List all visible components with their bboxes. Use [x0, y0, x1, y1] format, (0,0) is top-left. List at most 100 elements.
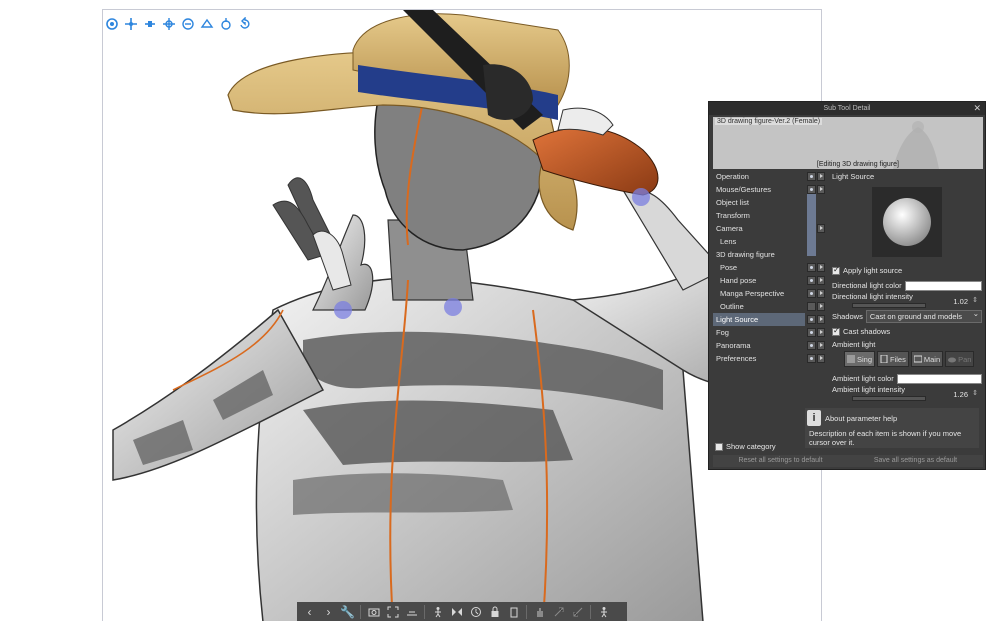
- category-operation[interactable]: Operation: [713, 170, 805, 183]
- apply-light-source-label: Apply light source: [843, 266, 903, 275]
- object-rotate-x-icon[interactable]: [180, 16, 196, 32]
- category-lens[interactable]: Lens: [713, 235, 805, 248]
- prev-icon[interactable]: ‹: [301, 603, 318, 620]
- collapse-icon[interactable]: [569, 603, 586, 620]
- eye-icon[interactable]: [807, 354, 816, 363]
- slider-track[interactable]: [852, 303, 926, 308]
- body-type-icon[interactable]: [505, 603, 522, 620]
- divider: [424, 604, 425, 619]
- eye-icon[interactable]: [807, 328, 816, 337]
- joint-handle: [632, 188, 650, 206]
- category-hand-pose[interactable]: Hand pose: [713, 274, 805, 287]
- expand-arrow-icon[interactable]: [817, 315, 825, 324]
- expand-arrow-icon[interactable]: [817, 224, 825, 233]
- directional-light-color-swatch[interactable]: [904, 280, 982, 291]
- ambient-panorama-button[interactable]: Pan: [945, 351, 975, 367]
- camera-rotate-icon[interactable]: [104, 16, 120, 32]
- category-manga-perspective[interactable]: Manga Perspective: [713, 287, 805, 300]
- lock-icon[interactable]: [486, 603, 503, 620]
- category-fog[interactable]: Fog: [713, 326, 805, 339]
- next-icon[interactable]: ›: [320, 603, 337, 620]
- directional-light-color-label: Directional light color: [832, 281, 902, 290]
- reset-all-button[interactable]: Reset all settings to default: [713, 455, 848, 467]
- object-rotate-y-icon[interactable]: [199, 16, 215, 32]
- category-camera[interactable]: Camera: [713, 222, 805, 235]
- eye-icon[interactable]: [807, 263, 816, 272]
- close-icon[interactable]: ✕: [973, 102, 981, 115]
- object-rotate-z-icon[interactable]: [218, 16, 234, 32]
- image-icon: [913, 355, 922, 363]
- category-scrollbar[interactable]: [807, 194, 816, 256]
- expand-arrow-icon[interactable]: [817, 302, 825, 311]
- figure-icon[interactable]: [595, 603, 612, 620]
- category-object-list[interactable]: Object list: [713, 196, 805, 209]
- spinner-icon[interactable]: ⇕: [972, 296, 978, 304]
- show-category-checkbox[interactable]: [715, 442, 723, 451]
- eye-icon[interactable]: [807, 315, 816, 324]
- dialog-title[interactable]: Sub Tool Detail: [709, 102, 985, 115]
- parameter-help-panel: i About parameter help Description of ea…: [805, 408, 979, 448]
- ambient-files-button[interactable]: Files: [877, 351, 909, 367]
- expand-arrow-icon[interactable]: [817, 172, 825, 181]
- expand-arrow-icon[interactable]: [817, 354, 825, 363]
- directional-light-intensity-value[interactable]: 1.02: [953, 297, 968, 306]
- dialog-footer: Reset all settings to default Save all s…: [713, 455, 983, 467]
- undo-rotate-icon[interactable]: [237, 16, 253, 32]
- category-transform[interactable]: Transform: [713, 209, 805, 222]
- camera-icon[interactable]: [365, 603, 382, 620]
- cast-shadows-checkbox[interactable]: [832, 326, 840, 336]
- flip-icon[interactable]: [448, 603, 465, 620]
- info-icon: i: [807, 410, 821, 426]
- eye-icon[interactable]: [807, 341, 816, 350]
- directional-light-intensity-slider[interactable]: Directional light intensity 1.02 ⇕: [832, 292, 982, 309]
- eye-icon[interactable]: [807, 289, 816, 298]
- ground-icon[interactable]: [403, 603, 420, 620]
- spinner-icon[interactable]: ⇕: [972, 389, 978, 397]
- show-category-toggle[interactable]: Show category: [715, 442, 776, 451]
- expand-arrow-icon[interactable]: [817, 328, 825, 337]
- preview-name: 3D drawing figure-Ver.2 (Female): [715, 118, 823, 125]
- expand-icon[interactable]: [550, 603, 567, 620]
- camera-pan-icon[interactable]: [123, 16, 139, 32]
- camera-zoom-icon[interactable]: [142, 16, 158, 32]
- category-outline[interactable]: Outline: [713, 300, 805, 313]
- divider: [590, 604, 591, 619]
- ambient-light-color-swatch[interactable]: [896, 373, 982, 384]
- eye-icon[interactable]: [807, 276, 816, 285]
- expand-arrow-icon[interactable]: [817, 185, 825, 194]
- ambient-single-button[interactable]: Sing: [844, 351, 876, 367]
- joint-handle: [334, 301, 352, 319]
- category-panorama[interactable]: Panorama: [713, 339, 805, 352]
- hand-icon[interactable]: [531, 603, 548, 620]
- eye-icon[interactable]: [807, 172, 816, 181]
- help-text: Description of each item is shown if you…: [809, 429, 962, 447]
- wrench-icon[interactable]: 🔧: [339, 603, 356, 620]
- pose-icon[interactable]: [429, 603, 446, 620]
- ambient-main-button[interactable]: Main: [910, 351, 944, 367]
- expand-arrow-icon[interactable]: [817, 263, 825, 272]
- expand-arrow-icon[interactable]: [817, 276, 825, 285]
- save-all-button[interactable]: Save all settings as default: [848, 455, 983, 467]
- light-direction-sphere[interactable]: [872, 187, 942, 257]
- shadow-band: [303, 400, 573, 465]
- expand-arrow-icon[interactable]: [817, 341, 825, 350]
- reset-pose-icon[interactable]: [467, 603, 484, 620]
- category-preferences[interactable]: Preferences: [713, 352, 805, 365]
- expand-arrow-icon[interactable]: [817, 289, 825, 298]
- ambient-light-intensity-slider[interactable]: Ambient light intensity 1.26 ⇕: [832, 385, 982, 402]
- category-mouse-gestures[interactable]: Mouse/Gestures: [713, 183, 805, 196]
- object-move-icon[interactable]: [161, 16, 177, 32]
- file-icon: [880, 355, 888, 363]
- category-light-source[interactable]: Light Source: [713, 313, 805, 326]
- sub-tool-detail-dialog: Sub Tool Detail ✕ 3D drawing figure-Ver.…: [708, 101, 986, 470]
- eye-icon[interactable]: [807, 185, 816, 194]
- slider-track[interactable]: [852, 396, 926, 401]
- category-pose[interactable]: Pose: [713, 261, 805, 274]
- shadows-select[interactable]: Cast on ground and models: [865, 308, 982, 323]
- eye-icon[interactable]: [807, 302, 816, 311]
- category-3d-drawing-figure[interactable]: 3D drawing figure: [713, 248, 805, 261]
- category-list: Operation Mouse/Gestures Object list Tra…: [713, 170, 805, 456]
- fit-icon[interactable]: [384, 603, 401, 620]
- apply-light-source-checkbox[interactable]: [832, 265, 840, 275]
- ambient-light-intensity-value[interactable]: 1.26: [953, 390, 968, 399]
